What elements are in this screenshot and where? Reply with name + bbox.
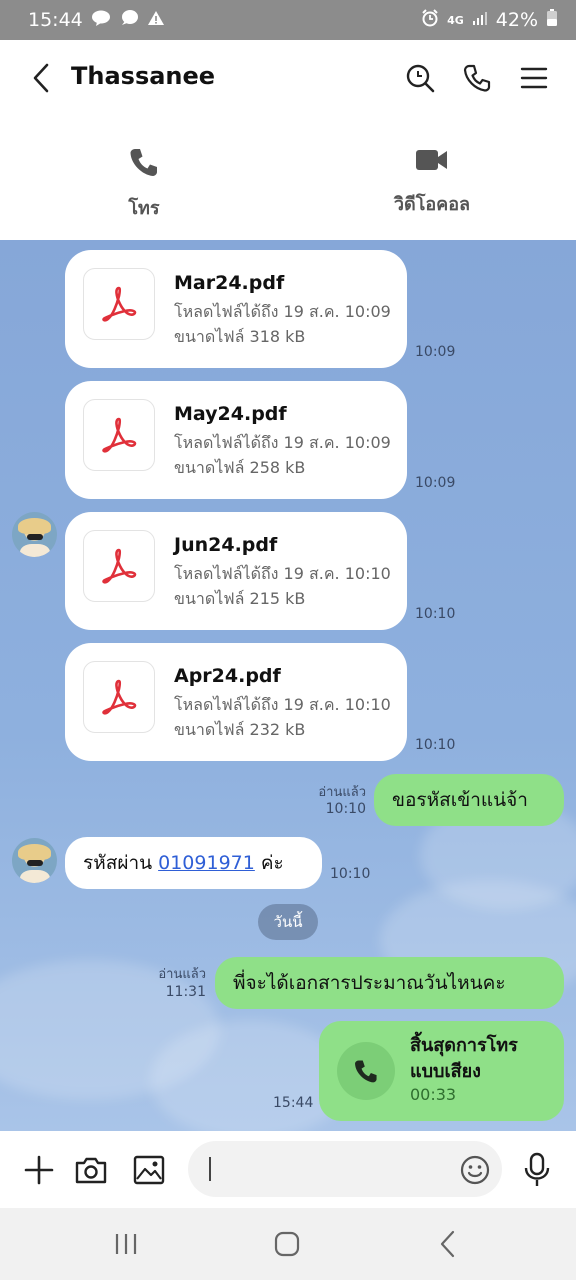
message-time: 10:10	[330, 866, 371, 882]
file-name: Mar24.pdf	[174, 272, 285, 294]
system-nav-bar	[0, 1208, 576, 1280]
chat-header: Thassanee	[0, 40, 576, 116]
received-message-bubble[interactable]: รหัสผ่าน 01091971 ค่ะ	[65, 837, 322, 889]
sent-message-bubble[interactable]: ขอรหัสเข้าแน่จ้า	[374, 774, 564, 826]
voice-call-label: โทร	[128, 198, 160, 219]
message-time: 10:10	[325, 801, 366, 817]
plus-icon[interactable]	[18, 1149, 60, 1191]
menu-icon[interactable]	[514, 58, 554, 98]
microphone-icon[interactable]	[516, 1149, 558, 1191]
file-name: Apr24.pdf	[174, 665, 281, 687]
phone-call-icon	[128, 146, 160, 183]
phone-call-icon	[337, 1042, 395, 1100]
file-expiry: โหลดไฟล์ได้ถึง 19 ส.ค. 10:09	[174, 433, 391, 452]
message-text: ขอรหัสเข้าแน่จ้า	[392, 789, 528, 811]
file-message-bubble[interactable]: Mar24.pdf โหลดไฟล์ได้ถึง 19 ส.ค. 10:09 ข…	[65, 250, 407, 368]
sent-message-bubble[interactable]: พี่จะได้เอกสารประมาณวันไหนคะ	[215, 957, 564, 1009]
file-message-bubble[interactable]: May24.pdf โหลดไฟล์ได้ถึง 19 ส.ค. 10:09 ข…	[65, 381, 407, 499]
video-call-button[interactable]: วิดีโอคอล	[378, 146, 486, 218]
call-options-bar: โทร วิดีโอคอล	[0, 116, 576, 240]
message-time: 11:31	[165, 984, 206, 1000]
message-text: พี่จะได้เอกสารประมาณวันไหนคะ	[233, 972, 506, 994]
message-time: 15:44	[273, 1095, 314, 1111]
voice-call-button[interactable]: โทร	[118, 146, 170, 222]
back-arrow-icon[interactable]	[24, 58, 58, 98]
message-time: 10:09	[415, 475, 456, 491]
file-size: ขนาดไฟล์ 258 kB	[174, 458, 306, 477]
file-expiry: โหลดไฟล์ได้ถึง 19 ส.ค. 10:10	[174, 564, 391, 583]
file-size: ขนาดไฟล์ 232 kB	[174, 720, 306, 739]
status-bar: 15:44 4G 42%	[0, 0, 576, 40]
file-size: ขนาดไฟล์ 318 kB	[174, 327, 306, 346]
file-message-bubble[interactable]: Jun24.pdf โหลดไฟล์ได้ถึง 19 ส.ค. 10:10 ข…	[65, 512, 407, 630]
avatar[interactable]	[12, 512, 57, 557]
warning-icon	[147, 10, 165, 30]
date-separator: วันนี้	[258, 904, 318, 940]
status-time: 15:44	[28, 9, 83, 31]
message-input-bar	[0, 1131, 576, 1208]
message-text-suffix: ค่ะ	[260, 852, 284, 874]
message-time: 10:09	[415, 344, 456, 360]
camera-icon[interactable]	[70, 1149, 112, 1191]
search-icon[interactable]	[400, 58, 440, 98]
battery-percent: 42%	[495, 9, 538, 31]
pdf-icon	[83, 661, 155, 733]
video-call-label: วิดีโอคอล	[393, 194, 471, 215]
home-icon[interactable]	[265, 1226, 309, 1262]
line-notification-icon	[91, 10, 111, 30]
message-time: 10:10	[415, 737, 456, 753]
call-log-title: สิ้นสุดการโทรแบบเสียง	[410, 1035, 518, 1082]
message-time: 10:10	[415, 606, 456, 622]
file-name: Jun24.pdf	[174, 534, 278, 556]
chat-bubble-icon	[119, 9, 139, 31]
chat-title: Thassanee	[71, 62, 216, 90]
pdf-icon	[83, 530, 155, 602]
password-link[interactable]: 01091971	[158, 852, 255, 874]
image-icon[interactable]	[128, 1149, 170, 1191]
alarm-icon	[421, 9, 439, 31]
read-receipt: อ่านแล้ว	[318, 785, 366, 800]
pdf-icon	[83, 268, 155, 340]
emoji-icon[interactable]	[454, 1149, 496, 1191]
file-expiry: โหลดไฟล์ได้ถึง 19 ส.ค. 10:09	[174, 302, 391, 321]
recent-apps-icon[interactable]	[104, 1226, 148, 1262]
file-name: May24.pdf	[174, 403, 287, 425]
battery-icon	[546, 9, 558, 31]
network-type: 4G	[447, 13, 464, 27]
text-caret	[209, 1157, 211, 1181]
phone-icon[interactable]	[457, 58, 497, 98]
chat-messages-area[interactable]: Mar24.pdf โหลดไฟล์ได้ถึง 19 ส.ค. 10:09 ข…	[0, 240, 576, 1131]
call-duration: 00:33	[410, 1085, 457, 1104]
message-text-prefix: รหัสผ่าน	[83, 852, 153, 874]
read-receipt: อ่านแล้ว	[158, 967, 206, 982]
back-icon[interactable]	[426, 1226, 470, 1262]
avatar[interactable]	[12, 838, 57, 883]
call-log-bubble[interactable]: สิ้นสุดการโทรแบบเสียง 00:33	[319, 1021, 564, 1121]
file-size: ขนาดไฟล์ 215 kB	[174, 589, 306, 608]
video-camera-icon	[414, 146, 450, 179]
file-message-bubble[interactable]: Apr24.pdf โหลดไฟล์ได้ถึง 19 ส.ค. 10:10 ข…	[65, 643, 407, 761]
pdf-icon	[83, 399, 155, 471]
signal-icon	[472, 10, 488, 30]
file-expiry: โหลดไฟล์ได้ถึง 19 ส.ค. 10:10	[174, 695, 391, 714]
